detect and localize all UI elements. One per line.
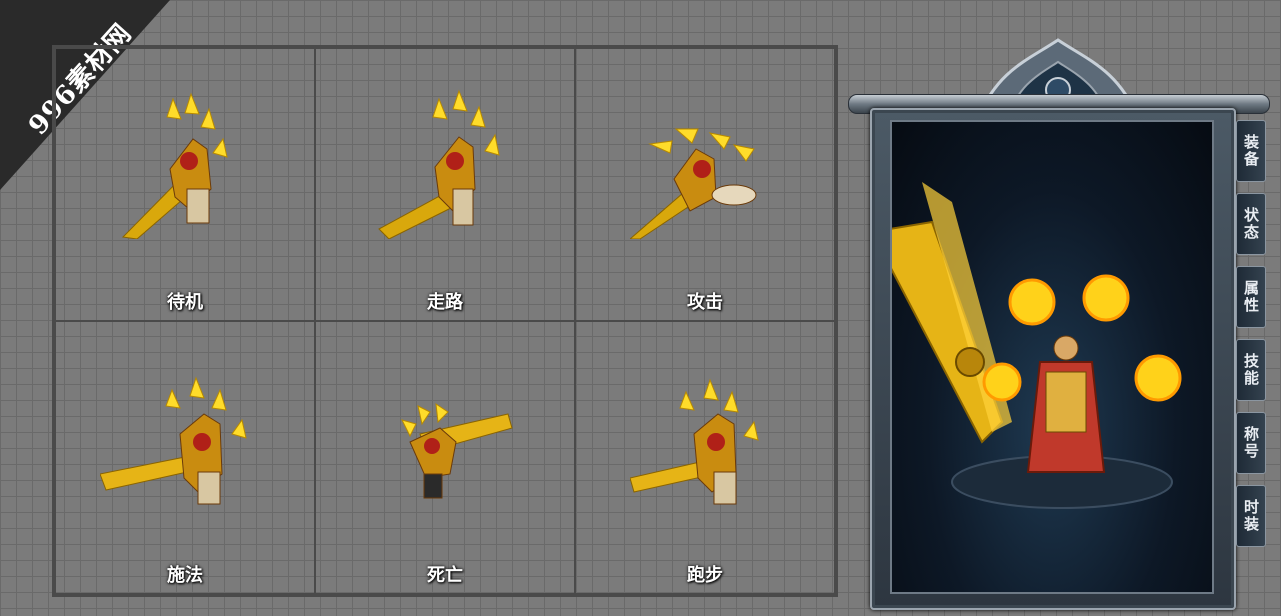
panel-side-tabs: 装备 状态 属性 技能 称号 时装 [1236, 120, 1266, 558]
tab-fashion[interactable]: 时装 [1236, 485, 1266, 547]
tab-titles[interactable]: 称号 [1236, 412, 1266, 474]
tab-equipment[interactable]: 装备 [1236, 120, 1266, 182]
action-label: 走路 [427, 292, 463, 313]
panel-frame [870, 108, 1236, 610]
action-cell-death[interactable]: 死亡 [315, 321, 575, 594]
action-grid: 待机 走路 攻击 施法 死亡 跑步 [52, 45, 838, 597]
idle-sprite [121, 92, 228, 239]
action-cell-idle[interactable]: 待机 [55, 48, 315, 321]
run-sprite [630, 378, 759, 505]
tab-attributes[interactable]: 属性 [1236, 266, 1266, 328]
tab-status[interactable]: 状态 [1236, 193, 1266, 255]
action-cell-walk[interactable]: 走路 [315, 48, 575, 321]
action-label: 施法 [167, 565, 203, 586]
action-cell-attack[interactable]: 攻击 [575, 48, 835, 321]
walk-sprite [378, 89, 500, 239]
tab-skills[interactable]: 技能 [1236, 339, 1266, 401]
attack-sprite [630, 128, 757, 239]
character-panel: 装备 状态 属性 技能 称号 时装 [848, 30, 1270, 610]
cast-sprite [100, 376, 247, 505]
character-stage [870, 120, 1214, 594]
death-sprite [401, 402, 513, 499]
action-label: 死亡 [427, 565, 463, 586]
action-label: 待机 [167, 292, 203, 313]
action-label: 跑步 [687, 565, 723, 586]
character-model [870, 182, 1182, 509]
action-cell-run[interactable]: 跑步 [575, 321, 835, 594]
action-cell-cast[interactable]: 施法 [55, 321, 315, 594]
action-label: 攻击 [687, 292, 723, 313]
